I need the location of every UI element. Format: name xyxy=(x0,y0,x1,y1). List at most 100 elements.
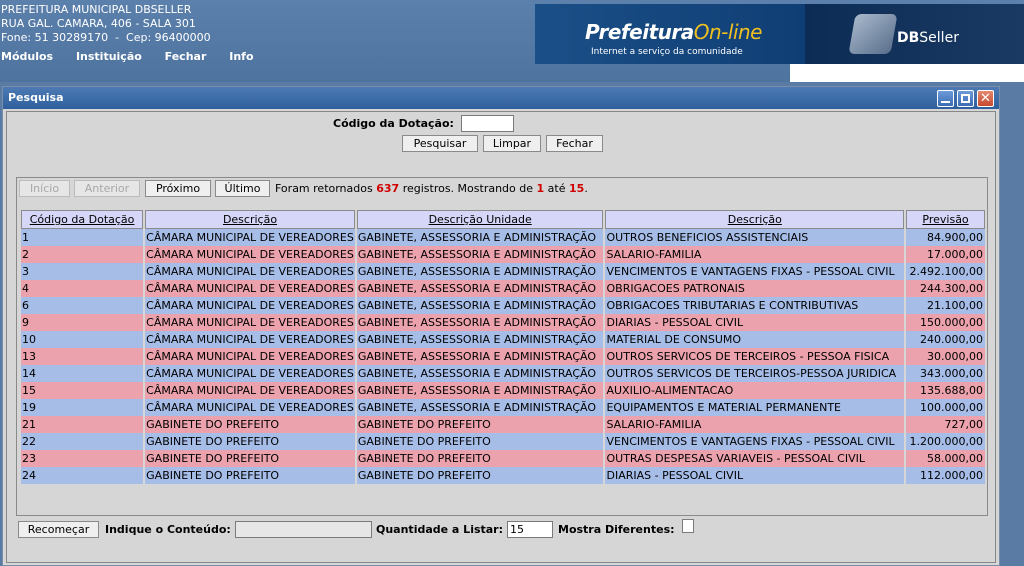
cell-descricao: GABINETE DO PREFEITO xyxy=(145,433,355,450)
show-different-checkbox[interactable] xyxy=(682,519,694,533)
cell-descricao-elemento: OUTROS SERVICOS DE TERCEIROS - PESSOA FI… xyxy=(605,348,905,365)
menu-instituicao[interactable]: Instituição xyxy=(76,50,142,63)
cell-previsao: 58.000,00 xyxy=(906,450,985,467)
table-header-row: Código da Dotação Descrição Descrição Un… xyxy=(21,210,985,229)
cell-previsao: 2.492.100,00 xyxy=(906,263,985,280)
prefeitura-online-banner: PrefeituraOn-line Internet a serviço da … xyxy=(535,4,805,64)
last-page-button[interactable]: Último xyxy=(215,180,270,197)
cell-descricao-elemento: EQUIPAMENTOS E MATERIAL PERMANENTE xyxy=(605,399,905,416)
cell-descricao-elemento: SALARIO-FAMILIA xyxy=(605,246,905,263)
col-header-previsao[interactable]: Previsão xyxy=(906,210,985,229)
col-header-descricao-unidade[interactable]: Descrição Unidade xyxy=(356,210,604,229)
show-different-label: Mostra Diferentes: xyxy=(558,523,675,536)
cell-codigo: 14 xyxy=(21,365,144,382)
table-row[interactable]: 6 CÂMARA MUNICIPAL DE VEREADORES GABINETE,… xyxy=(21,297,985,314)
cell-codigo: 2 xyxy=(21,246,144,263)
cell-descricao-elemento: OUTROS SERVICOS DE TERCEIROS-PESSOA JURI… xyxy=(605,365,905,382)
quantity-input[interactable]: 15 xyxy=(507,521,553,538)
org-name: PREFEITURA MUNICIPAL DBSELLER xyxy=(1,3,192,16)
cell-descricao-unidade: GABINETE DO PREFEITO xyxy=(356,416,604,433)
cell-previsao: 17.000,00 xyxy=(906,246,985,263)
cell-descricao-elemento: DIARIAS - PESSOAL CIVIL xyxy=(605,467,905,484)
close-button[interactable]: Fechar xyxy=(546,135,603,152)
cell-descricao-elemento: VENCIMENTOS E VANTAGENS FIXAS - PESSOAL … xyxy=(605,263,905,280)
next-page-button[interactable]: Próximo xyxy=(145,180,211,197)
cell-previsao: 1.200.000,00 xyxy=(906,433,985,450)
content-input[interactable] xyxy=(235,521,372,538)
table-row[interactable]: 3 CÂMARA MUNICIPAL DE VEREADORES GABINETE,… xyxy=(21,263,985,280)
cell-descricao-elemento: OUTROS BENEFICIOS ASSISTENCIAIS xyxy=(605,229,905,246)
cell-descricao-elemento: OUTRAS DESPESAS VARIAVEIS - PESSOAL CIVI… xyxy=(605,450,905,467)
results-table: Código da Dotação Descrição Descrição Un… xyxy=(19,210,987,484)
minimize-icon xyxy=(941,101,950,103)
table-row[interactable]: 21 GABINETE DO PREFEITO GABINETE DO PREFEI… xyxy=(21,416,985,433)
search-button[interactable]: Pesquisar xyxy=(402,135,478,152)
cell-descricao-elemento: MATERIAL DE CONSUMO xyxy=(605,331,905,348)
cell-descricao: GABINETE DO PREFEITO xyxy=(145,467,355,484)
cell-descricao-unidade: GABINETE, ASSESSORIA E ADMINISTRAÇÃO xyxy=(356,246,604,263)
close-window-button[interactable]: ✕ xyxy=(977,90,994,107)
cell-descricao-unidade: GABINETE, ASSESSORIA E ADMINISTRAÇÃO xyxy=(356,297,604,314)
table-row[interactable]: 19 CÂMARA MUNICIPAL DE VEREADORES GABINETE… xyxy=(21,399,985,416)
results-grid: Início Anterior Próximo Último Foram ret… xyxy=(16,177,988,516)
table-row[interactable]: 9 CÂMARA MUNICIPAL DE VEREADORES GABINETE,… xyxy=(21,314,985,331)
org-contact: Fone: 51 30289170 - Cep: 96400000 xyxy=(1,31,211,44)
banner-subtitle: Internet a serviço da comunidade xyxy=(591,47,743,57)
cell-descricao: CÂMARA MUNICIPAL DE VEREADORES xyxy=(145,348,355,365)
prev-page-button[interactable]: Anterior xyxy=(74,180,140,197)
col-header-codigo[interactable]: Código da Dotação xyxy=(21,210,144,229)
org-address: RUA GAL. CAMARA, 406 - SALA 301 xyxy=(1,17,196,30)
cell-codigo: 23 xyxy=(21,450,144,467)
cell-descricao: CÂMARA MUNICIPAL DE VEREADORES xyxy=(145,297,355,314)
cell-descricao-unidade: GABINETE DO PREFEITO xyxy=(356,467,604,484)
cell-descricao-unidade: GABINETE, ASSESSORIA E ADMINISTRAÇÃO xyxy=(356,331,604,348)
pager-text-b: registros. Mostrando de xyxy=(402,182,534,195)
table-row[interactable]: 4 CÂMARA MUNICIPAL DE VEREADORES GABINETE,… xyxy=(21,280,985,297)
table-row[interactable]: 13 CÂMARA MUNICIPAL DE VEREADORES GABINETE… xyxy=(21,348,985,365)
cell-descricao-elemento: OBRIGACOES PATRONAIS xyxy=(605,280,905,297)
clear-button[interactable]: Limpar xyxy=(483,135,541,152)
minimize-button[interactable] xyxy=(937,90,954,107)
pager-text-a: Foram retornados xyxy=(275,182,373,195)
first-page-button[interactable]: Início xyxy=(19,180,70,197)
brand-b: Seller xyxy=(919,30,959,46)
cell-codigo: 4 xyxy=(21,280,144,297)
restart-button[interactable]: Recomeçar xyxy=(18,521,99,538)
table-row[interactable]: 24 GABINETE DO PREFEITO GABINETE DO PREFEI… xyxy=(21,467,985,484)
cell-descricao: CÂMARA MUNICIPAL DE VEREADORES xyxy=(145,280,355,297)
cell-previsao: 244.300,00 xyxy=(906,280,985,297)
cell-descricao-unidade: GABINETE DO PREFEITO xyxy=(356,433,604,450)
table-row[interactable]: 2 CÂMARA MUNICIPAL DE VEREADORES GABINETE,… xyxy=(21,246,985,263)
cell-descricao-unidade: GABINETE, ASSESSORIA E ADMINISTRAÇÃO xyxy=(356,263,604,280)
banner-title-b: On-line xyxy=(693,20,763,44)
window-titlebar[interactable]: Pesquisa ✕ xyxy=(3,87,999,109)
menu-info[interactable]: Info xyxy=(229,50,253,63)
maximize-button[interactable] xyxy=(957,90,974,107)
cell-descricao-elemento: DIARIAS - PESSOAL CIVIL xyxy=(605,314,905,331)
cell-descricao-unidade: GABINETE, ASSESSORIA E ADMINISTRAÇÃO xyxy=(356,348,604,365)
cell-descricao-unidade: GABINETE, ASSESSORIA E ADMINISTRAÇÃO xyxy=(356,229,604,246)
dotacao-code-label: Código da Dotação: xyxy=(333,117,454,130)
pager-text-d: . xyxy=(584,182,588,195)
cell-descricao-unidade: GABINETE, ASSESSORIA E ADMINISTRAÇÃO xyxy=(356,314,604,331)
cell-previsao: 240.000,00 xyxy=(906,331,985,348)
brand-name: DBSeller xyxy=(897,30,959,46)
dotacao-code-input[interactable] xyxy=(461,115,514,132)
main-menu: Módulos Instituição Fechar Info xyxy=(1,50,273,63)
table-row[interactable]: 14 CÂMARA MUNICIPAL DE VEREADORES GABINETE… xyxy=(21,365,985,382)
cell-descricao-elemento: AUXILIO-ALIMENTACAO xyxy=(605,382,905,399)
table-row[interactable]: 1 CÂMARA MUNICIPAL DE VEREADORES GABINETE,… xyxy=(21,229,985,246)
menu-modulos[interactable]: Módulos xyxy=(1,50,53,63)
table-row[interactable]: 15 CÂMARA MUNICIPAL DE VEREADORES GABINETE… xyxy=(21,382,985,399)
col-header-descricao-elemento[interactable]: Descrição xyxy=(605,210,905,229)
cell-descricao: CÂMARA MUNICIPAL DE VEREADORES xyxy=(145,229,355,246)
menu-fechar[interactable]: Fechar xyxy=(165,50,207,63)
cell-codigo: 19 xyxy=(21,399,144,416)
table-row[interactable]: 22 GABINETE DO PREFEITO GABINETE DO PREFEI… xyxy=(21,433,985,450)
table-row[interactable]: 23 GABINETE DO PREFEITO GABINETE DO PREFEI… xyxy=(21,450,985,467)
cell-previsao: 84.900,00 xyxy=(906,229,985,246)
cell-previsao: 727,00 xyxy=(906,416,985,433)
cell-descricao: GABINETE DO PREFEITO xyxy=(145,416,355,433)
table-row[interactable]: 10 CÂMARA MUNICIPAL DE VEREADORES GABINETE… xyxy=(21,331,985,348)
col-header-descricao[interactable]: Descrição xyxy=(145,210,355,229)
